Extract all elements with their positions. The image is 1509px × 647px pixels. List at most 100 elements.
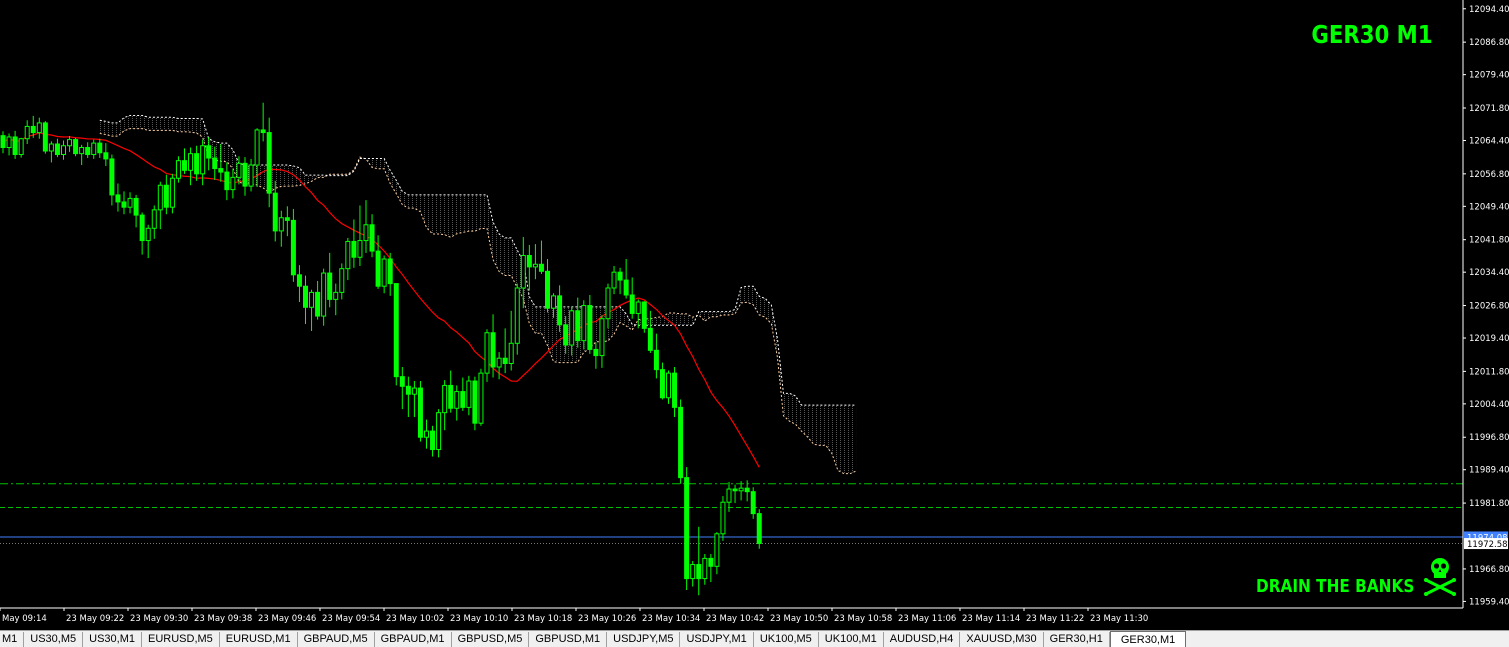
candle[interactable] [369, 214, 375, 258]
candle[interactable] [6, 133, 12, 156]
chart-tab-m1[interactable]: M1 [0, 632, 25, 647]
candle[interactable] [678, 399, 684, 484]
candle[interactable] [454, 385, 460, 421]
candle[interactable] [387, 252, 393, 296]
candle[interactable] [623, 259, 629, 299]
chart-tab-gbpaud-m1[interactable]: GBPAUD,M1 [375, 632, 452, 647]
candle[interactable] [496, 352, 502, 380]
candle[interactable] [502, 328, 508, 374]
candle[interactable] [436, 409, 442, 458]
candle[interactable] [24, 120, 30, 144]
candle[interactable] [67, 136, 73, 152]
candle[interactable] [91, 139, 97, 159]
candle[interactable] [42, 121, 48, 154]
candle[interactable] [321, 268, 327, 326]
candle[interactable] [145, 224, 151, 259]
candle[interactable] [472, 376, 478, 431]
candle[interactable] [684, 467, 690, 591]
candle[interactable] [363, 200, 369, 253]
candle[interactable] [587, 295, 593, 354]
candle[interactable] [351, 219, 357, 268]
candle[interactable] [732, 484, 738, 504]
candle[interactable] [333, 283, 339, 316]
candle[interactable] [175, 156, 181, 183]
chart-tab-gbpaud-m5[interactable]: GBPAUD,M5 [298, 632, 375, 647]
chart-tab-gbpusd-m5[interactable]: GBPUSD,M5 [452, 632, 530, 647]
chart-tab-uk100-m5[interactable]: UK100,M5 [754, 632, 819, 647]
candle[interactable] [708, 554, 714, 583]
candle[interactable] [169, 173, 175, 214]
candle[interactable] [756, 509, 762, 549]
candle[interactable] [720, 496, 726, 541]
candle[interactable] [532, 244, 538, 280]
candle[interactable] [617, 267, 623, 295]
candle[interactable] [115, 183, 121, 212]
candle[interactable] [659, 362, 665, 400]
candle[interactable] [157, 181, 163, 230]
chart-tab-gbpusd-m1[interactable]: GBPUSD,M1 [529, 632, 608, 647]
candle[interactable] [230, 169, 236, 199]
candle[interactable] [666, 370, 671, 404]
candle[interactable] [73, 137, 79, 157]
candle[interactable] [0, 131, 6, 154]
candle[interactable] [430, 425, 436, 457]
candle[interactable] [188, 147, 194, 186]
candle[interactable] [593, 342, 599, 369]
candle[interactable] [48, 141, 54, 163]
candle[interactable] [417, 381, 423, 442]
candle[interactable] [315, 280, 321, 320]
candle[interactable] [309, 289, 315, 331]
candle[interactable] [54, 138, 60, 158]
candle[interactable] [127, 192, 133, 214]
candle[interactable] [538, 240, 544, 274]
chart-tab-eurusd-m1[interactable]: EURUSD,M1 [220, 632, 298, 647]
candle[interactable] [18, 137, 24, 158]
candle[interactable] [284, 206, 290, 237]
candle[interactable] [575, 297, 581, 348]
price-chart[interactable]: 12094.40 12086.80 12079.40 12071.80 12064.40… [0, 0, 1509, 630]
chart-tab-usdjpy-m1[interactable]: USDJPY,M1 [680, 632, 754, 647]
chart-tab-ger30-m1[interactable]: GER30,M1 [1109, 631, 1187, 647]
candle[interactable] [296, 265, 302, 303]
candle[interactable] [460, 377, 466, 411]
candle[interactable] [411, 381, 417, 418]
candle[interactable] [508, 310, 514, 371]
candle[interactable] [424, 419, 429, 449]
candle[interactable] [599, 315, 605, 368]
candle[interactable] [139, 212, 145, 255]
candle[interactable] [345, 237, 351, 281]
chart-tab-us30-m1[interactable]: US30,M1 [83, 632, 142, 647]
candle[interactable] [442, 380, 448, 431]
candle[interactable] [478, 368, 484, 426]
candle[interactable] [121, 191, 127, 215]
candle[interactable] [484, 329, 490, 382]
candle[interactable] [514, 283, 520, 355]
candle[interactable] [36, 117, 42, 139]
chart-tab-usdjpy-m5[interactable]: USDJPY,M5 [607, 632, 681, 647]
candle[interactable] [85, 142, 91, 159]
candle[interactable] [653, 333, 659, 379]
candle[interactable] [357, 205, 363, 267]
candle[interactable] [526, 244, 532, 291]
chart-tab-ger30-h1[interactable]: GER30,H1 [1044, 632, 1110, 647]
candle[interactable] [714, 532, 720, 575]
candle[interactable] [12, 130, 18, 159]
candle[interactable] [97, 138, 103, 159]
candle[interactable] [557, 285, 563, 332]
candle[interactable] [399, 366, 405, 410]
candle[interactable] [260, 102, 266, 142]
candle[interactable] [133, 194, 139, 228]
candle[interactable] [611, 266, 617, 295]
candle[interactable] [109, 154, 115, 206]
candle[interactable] [629, 277, 635, 319]
candle[interactable] [327, 252, 333, 308]
chart-tab-xauusd-m30[interactable]: XAUUSD,M30 [960, 632, 1044, 647]
candle[interactable] [545, 259, 550, 313]
candle[interactable] [278, 210, 284, 247]
candle[interactable] [61, 140, 66, 160]
candle[interactable] [163, 174, 169, 215]
candle[interactable] [290, 208, 296, 282]
candle[interactable] [266, 117, 272, 208]
chart-tab-audusd-h4[interactable]: AUDUSD,H4 [884, 632, 961, 647]
candle[interactable] [103, 143, 109, 166]
